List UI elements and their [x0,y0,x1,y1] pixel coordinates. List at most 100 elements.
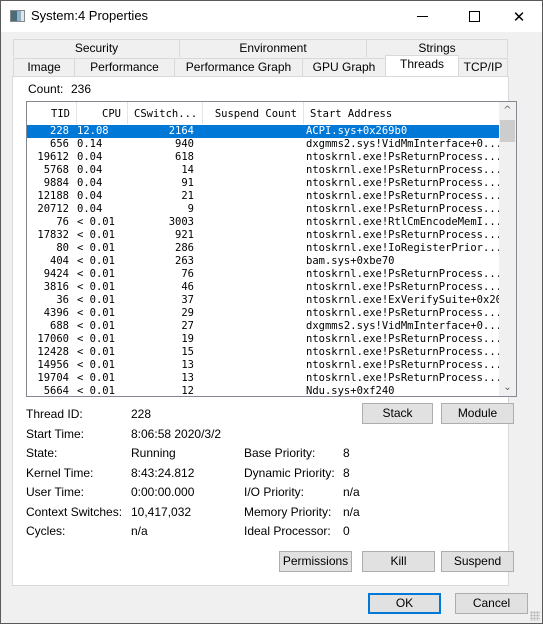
tab-gpu-graph[interactable]: GPU Graph [302,58,386,76]
tab-performance[interactable]: Performance [74,58,175,76]
cell-tid: 19704 [37,372,69,384]
cell-suspend-count [203,320,303,333]
cell-cswitch: 14 [181,164,194,176]
detail-value: n/a [343,485,360,499]
tab-performance-graph[interactable]: Performance Graph [174,58,303,76]
table-row[interactable]: 656 0.14 940 dxgmms2.sys!VidMmInterface+0..… [27,138,501,151]
cell-start-address: dxgmms2.sys!VidMmInterface+0... [306,320,501,332]
column-header-cswitch[interactable]: CSwitch... [128,102,203,124]
table-row[interactable]: 5768 0.04 14 ntoskrnl.exe!PsReturnProcess..… [27,164,501,177]
properties-window: System:4 Properties ✕ Security Environme… [0,0,543,624]
table-row[interactable]: 5664 < 0.01 12 Ndu.sys+0xf240 [27,385,499,397]
close-button[interactable]: ✕ [496,1,542,32]
cell-cswitch: 91 [181,177,194,189]
cell-suspend-count [203,307,303,320]
scroll-down-icon[interactable]: ⌄ [499,379,516,396]
minimize-icon [416,16,428,17]
cell-cswitch: 46 [181,281,194,293]
cell-tid: 17832 [37,229,69,241]
table-row[interactable]: 4396 < 0.01 29 ntoskrnl.exe!PsReturnProcess… [27,307,501,320]
cell-tid: 80 [56,242,69,254]
cell-tid: 20712 [37,203,69,215]
cell-cswitch: 13 [181,372,194,384]
stack-button[interactable]: Stack [362,403,433,424]
cell-tid: 5768 [43,164,69,176]
cell-tid: 76 [56,216,69,228]
cell-suspend-count [203,242,303,255]
cell-start-address: ntoskrnl.exe!PsReturnProcess... [306,346,501,358]
cell-tid: 9424 [43,268,69,280]
permissions-button[interactable]: Permissions [279,551,352,572]
list-header: TID ˅ CPU CSwitch... Suspend Count Start… [27,102,499,124]
cell-cpu: < 0.01 [77,242,115,254]
column-header-tid[interactable]: TID [27,102,77,124]
cell-cpu: < 0.01 [77,385,115,397]
column-header-cpu[interactable]: ˅ CPU [77,102,128,124]
scrollbar-thumb[interactable] [500,120,515,142]
table-row[interactable]: 12428 < 0.01 15 ntoskrnl.exe!PsReturnProces… [27,346,501,359]
cell-cswitch: 37 [181,294,194,306]
column-header-start-address[interactable]: Start Address [304,102,499,124]
suspend-button[interactable]: Suspend [441,551,514,572]
detail-value: 8:43:24.812 [131,465,195,480]
tab-tcpip[interactable]: TCP/IP [458,58,508,76]
module-button[interactable]: Module [441,403,514,424]
table-row[interactable]: 76 < 0.01 3003 ntoskrnl.exe!RtlCmEncodeMemI… [27,216,501,229]
tab-image[interactable]: Image [13,58,75,76]
table-row[interactable]: 19704 < 0.01 13 ntoskrnl.exe!PsReturnProces… [27,372,501,385]
column-header-suspend-count[interactable]: Suspend Count [203,102,304,124]
cell-suspend-count [203,229,303,242]
table-row[interactable]: 80 < 0.01 286 ntoskrnl.exe!IoRegisterPrior.… [27,242,501,255]
table-row[interactable]: 404 < 0.01 263 bam.sys+0xbe70 [27,255,499,268]
cell-cpu: < 0.01 [77,307,115,319]
table-row[interactable]: 20712 0.04 9 ntoskrnl.exe!PsReturnProcess..… [27,203,501,216]
table-row[interactable]: 14956 < 0.01 13 ntoskrnl.exe!PsReturnProces… [27,359,501,372]
kill-button[interactable]: Kill [362,551,435,572]
table-row[interactable]: 17832 < 0.01 921 ntoskrnl.exe!PsReturnProce… [27,229,501,242]
cell-suspend-count [203,281,303,294]
title-bar[interactable]: System:4 Properties ✕ [1,1,542,32]
cell-suspend-count [203,372,303,385]
table-row[interactable]: 228 12.08 2164 ACPI.sys+0x269b0 [27,125,499,138]
cell-cpu: 0.04 [77,164,103,176]
cancel-button[interactable]: Cancel [455,593,528,614]
detail-value: 0 [343,524,350,538]
table-row[interactable]: 36 < 0.01 37 ntoskrnl.exe!ExVerifySuite+0x2… [27,294,501,307]
maximize-button[interactable] [451,1,497,32]
detail-value: 0:00:00.000 [131,485,195,499]
threads-list[interactable]: TID ˅ CPU CSwitch... Suspend Count Start… [26,101,517,397]
table-row[interactable]: 17060 < 0.01 19 ntoskrnl.exe!PsReturnProces… [27,333,501,346]
table-row[interactable]: 12188 0.04 21 ntoskrnl.exe!PsReturnProcess.… [27,190,501,203]
table-row[interactable]: 19612 0.04 618 ntoskrnl.exe!PsReturnProcess… [27,151,501,164]
cell-start-address: bam.sys+0xbe70 [306,255,395,267]
cell-cpu: < 0.01 [77,255,115,267]
cell-cswitch: 21 [181,190,194,202]
scroll-up-icon[interactable]: ^ [499,102,516,119]
table-row[interactable]: 9884 0.04 91 ntoskrnl.exe!PsReturnProcess..… [27,177,501,190]
cell-cswitch: 940 [175,138,194,150]
count-value: 236 [71,82,92,96]
cell-start-address: dxgmms2.sys!VidMmInterface+0... [306,138,501,150]
cell-cswitch: 263 [175,255,194,267]
cell-start-address: ntoskrnl.exe!IoRegisterPrior... [306,242,501,254]
tab-threads[interactable]: Threads [385,55,459,76]
cell-suspend-count [203,268,303,281]
cell-tid: 4396 [43,307,69,319]
minimize-button[interactable] [399,1,445,32]
table-row[interactable]: 3816 < 0.01 46 ntoskrnl.exe!PsReturnProcess… [27,281,501,294]
detail-label: Kernel Time: [26,465,94,480]
table-row[interactable]: 688 < 0.01 27 dxgmms2.sys!VidMmInterface+0.… [27,320,501,333]
window-title: System:4 Properties [31,8,149,23]
detail-value: Running [131,446,176,460]
cell-cswitch: 27 [181,320,194,332]
detail-value: n/a [343,504,360,519]
cell-suspend-count [203,203,303,216]
tab-environment[interactable]: Environment [179,39,367,57]
ok-button[interactable]: OK [368,593,441,614]
tab-security[interactable]: Security [13,39,180,57]
table-row[interactable]: 9424 < 0.01 76 ntoskrnl.exe!PsReturnProcess… [27,268,501,281]
cell-start-address: ntoskrnl.exe!PsReturnProcess... [306,203,501,215]
detail-value: 10,417,032 [131,504,192,519]
vertical-scrollbar[interactable]: ^ ⌄ [499,102,516,396]
resize-grip-icon[interactable] [530,611,540,621]
